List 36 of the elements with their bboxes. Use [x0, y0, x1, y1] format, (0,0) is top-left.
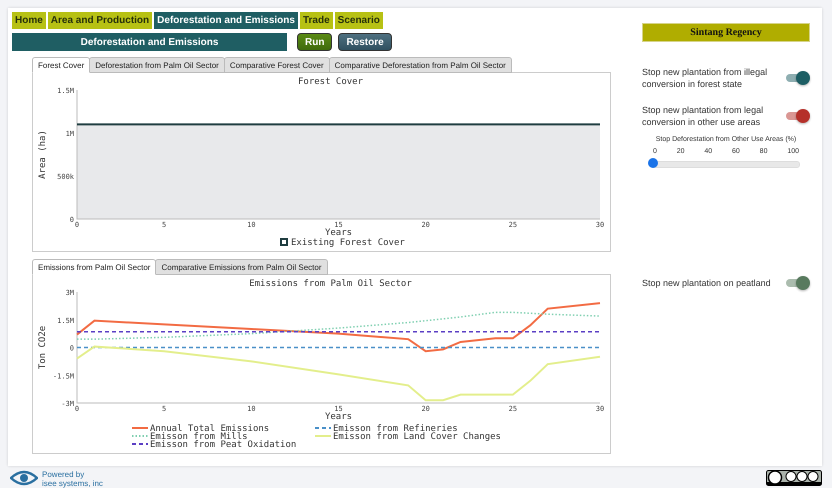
chart-title: Emissions from Palm Oil Sector [249, 279, 412, 289]
toggle-switch[interactable] [784, 276, 810, 290]
region-title: Sintang Regency [642, 23, 810, 42]
chart-title: Forest Cover [298, 77, 364, 87]
chart-tab[interactable]: Forest Cover [32, 57, 90, 73]
chart-tab[interactable]: Comparative Deforestation from Palm Oil Sector [328, 57, 512, 73]
legend-label: Emisson from Land Cover Changes [333, 432, 501, 442]
axis-title: Area (ha) [38, 130, 48, 179]
axis-title: Years [324, 228, 352, 238]
legend-label: Emisson from Peat Oxidation [150, 440, 296, 450]
nav-tab[interactable]: Area and Production [48, 12, 152, 29]
nav-tab[interactable]: Home [12, 12, 46, 29]
chart-tab[interactable]: Deforestation from Palm Oil Sector [89, 57, 225, 73]
page-title: Deforestation and Emissions [12, 33, 287, 51]
axis-title: Years [324, 412, 352, 422]
nav-tab[interactable]: Deforestation and Emissions [154, 12, 298, 29]
toggle-label: Stop new plantation from legal conversion in other use areas [642, 104, 764, 128]
chart-tab[interactable]: Emissions from Palm Oil Sector [32, 259, 156, 275]
toggle-switch[interactable] [784, 109, 810, 123]
chart-tab[interactable]: Comparative Forest Cover [224, 57, 330, 73]
license-badge-icon [766, 470, 822, 486]
powered-by-text: Powered by [42, 470, 86, 479]
toggle-label: Stop new plantation on peatland [642, 277, 771, 289]
restore-button[interactable]: Restore [338, 33, 392, 51]
run-button[interactable]: Run [297, 33, 332, 51]
legend-swatch-icon [280, 238, 288, 246]
company-name: isee systems, inc [42, 479, 103, 488]
legend-label: Existing Forest Cover [291, 238, 405, 248]
slider-thumb[interactable] [648, 158, 658, 168]
axis-title: Ton CO2e [38, 326, 48, 370]
chart-tab[interactable]: Comparative Emissions from Palm Oil Sector [155, 259, 328, 275]
toggle-switch[interactable] [784, 71, 810, 85]
nav-tab[interactable]: Trade [300, 12, 333, 29]
nav-tab[interactable]: Scenario [334, 12, 383, 29]
eye-logo-icon [10, 470, 38, 486]
toggle-label: Stop new plantation from illegal conversion in forest state [642, 66, 768, 90]
